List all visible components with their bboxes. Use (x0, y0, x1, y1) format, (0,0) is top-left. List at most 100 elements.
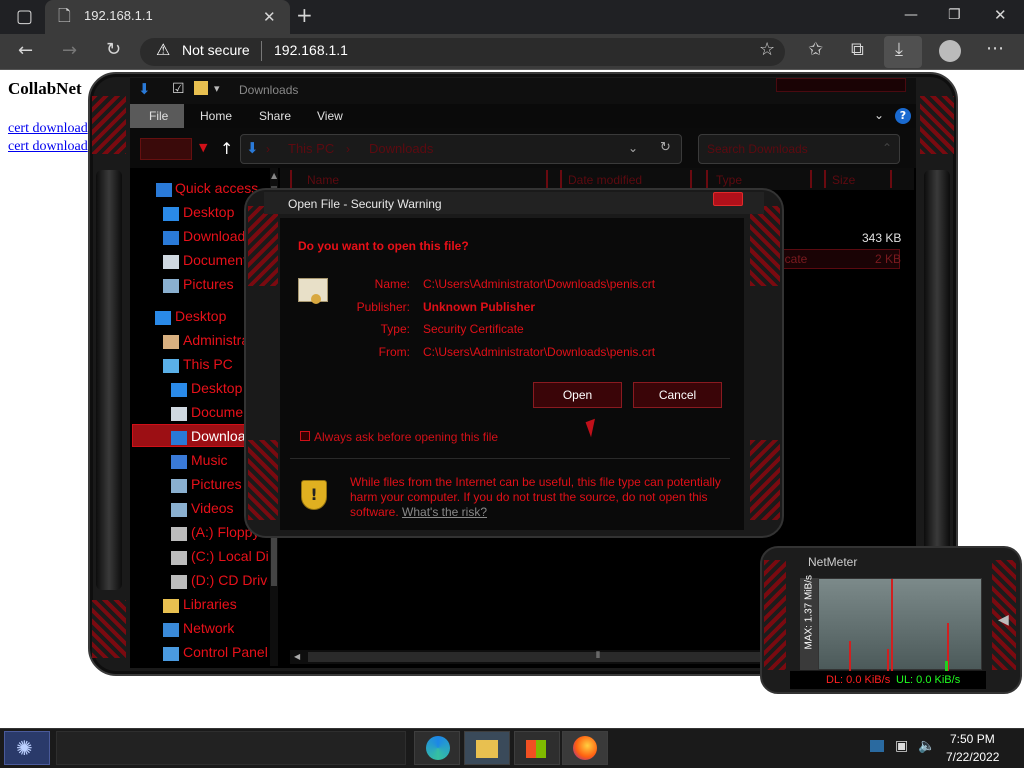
add-favorite-icon[interactable]: ☆ (759, 41, 775, 59)
close-window-icon[interactable]: ✕ (994, 6, 1007, 24)
dialog-close-button[interactable] (713, 192, 743, 206)
dialog-title: Open File - Security Warning (288, 197, 442, 211)
video-icon (171, 503, 187, 517)
downloads-button[interactable] (884, 36, 922, 68)
nav-item-label[interactable]: Music (191, 452, 228, 468)
nav-item-label[interactable]: Quick access (175, 180, 258, 196)
file-explorer-icon[interactable] (476, 740, 498, 758)
recent-locations-icon[interactable]: ▼ (199, 141, 207, 154)
quick-access-arrow-icon[interactable]: ⬇ (138, 80, 151, 98)
up-arrow-icon[interactable]: ↑ (220, 139, 233, 158)
ribbon-expand-icon[interactable]: ⌄ (874, 108, 884, 122)
store-icon[interactable] (526, 740, 546, 758)
url-text[interactable]: 192.168.1.1 (274, 42, 348, 58)
nav-item-label[interactable]: Network (183, 620, 234, 636)
back-icon[interactable]: ← (18, 42, 33, 60)
column-name[interactable]: Name (307, 173, 339, 187)
scroll-grip-icon[interactable]: ⦀ (596, 651, 600, 661)
nav-item-label[interactable]: (C:) Local Disk (191, 548, 268, 564)
nav-item-label[interactable]: Desktop (175, 308, 226, 324)
always-ask-checkbox[interactable] (300, 431, 310, 441)
ribbon-tab-view[interactable]: View (317, 109, 343, 123)
cancel-button[interactable]: Cancel (633, 382, 722, 408)
forward-icon[interactable]: → (62, 42, 77, 60)
ribbon-tab-home[interactable]: Home (200, 109, 232, 123)
qat-dropdown-icon[interactable]: ▾ (214, 82, 220, 95)
nav-item-label[interactable]: (D:) CD Drive (191, 572, 268, 588)
tab-actions-icon[interactable]: ▢ (16, 8, 33, 26)
always-ask-label[interactable]: Always ask before opening this file (314, 430, 498, 444)
not-secure-label[interactable]: Not secure (182, 42, 250, 58)
volume-muted-icon[interactable]: 🔈 (918, 738, 935, 754)
ribbon-tab-file[interactable]: File (149, 109, 168, 123)
clock-date[interactable]: 7/22/2022 (946, 750, 999, 764)
browser-tab[interactable] (45, 0, 290, 34)
whats-the-risk-link[interactable]: What's the risk? (402, 505, 487, 519)
nav-scroll-up-icon[interactable]: ▲ (271, 171, 277, 180)
nav-item-label[interactable]: Videos (191, 500, 234, 516)
address-dropdown-icon[interactable]: ⌄ (628, 141, 638, 155)
nav-item-label[interactable]: This PC (183, 356, 233, 372)
music-icon (171, 455, 187, 469)
nav-item-label[interactable]: Pictures (183, 276, 234, 292)
refresh-icon[interactable]: ↻ (106, 41, 121, 59)
column-type[interactable]: Type (716, 173, 742, 187)
cert-download-link-1[interactable]: cert download (8, 121, 88, 137)
breadcrumb-this-pc[interactable]: This PC (288, 141, 334, 156)
new-folder-icon[interactable] (194, 81, 208, 95)
close-tab-icon[interactable]: ✕ (263, 8, 276, 26)
field-type-label: Type: (380, 322, 410, 336)
download-icon[interactable]: ⤓ (895, 41, 903, 59)
collections-icon[interactable]: ⧉ (851, 41, 864, 59)
help-icon[interactable]: ? (895, 108, 911, 124)
more-menu-icon[interactable]: ⋯ (986, 40, 1004, 58)
column-sep[interactable] (810, 170, 812, 188)
cert-download-link-2[interactable]: cert download (8, 139, 88, 155)
taskbar-search-area[interactable] (56, 731, 406, 765)
nav-item-label[interactable]: Pictures (191, 476, 242, 492)
properties-icon[interactable]: ☑ (172, 81, 185, 97)
warning-icon[interactable]: ⚠ (156, 41, 170, 59)
start-icon[interactable]: ✺ (16, 736, 33, 760)
scroll-left-icon[interactable]: ◀ (294, 652, 300, 661)
refresh-icon[interactable]: ↻ (660, 140, 671, 155)
ribbon-tab-share[interactable]: Share (259, 109, 291, 123)
nav-item-label[interactable]: Libraries (183, 596, 237, 612)
nav-item-label[interactable]: Control Panel (183, 644, 268, 660)
column-sep[interactable] (290, 170, 292, 188)
netmeter-expand-icon[interactable]: ◀ (998, 612, 1009, 628)
back-forward-buttons[interactable] (140, 138, 192, 160)
search-icon[interactable]: ⌃ (882, 141, 892, 155)
nav-item-label[interactable]: Desktop (183, 204, 234, 220)
column-sep[interactable] (546, 170, 548, 188)
column-size[interactable]: Size (832, 173, 855, 187)
network-tray-icon[interactable]: ▣ (895, 738, 908, 754)
favorites-icon[interactable]: ✩ (808, 41, 823, 59)
column-sep[interactable] (890, 170, 892, 188)
firefox-icon[interactable] (573, 736, 597, 760)
warning-message: While files from the Internet can be use… (350, 475, 721, 519)
restore-icon[interactable]: ❐ (948, 6, 961, 24)
file-size[interactable]: 2 KB (875, 252, 901, 266)
column-sep[interactable] (690, 170, 692, 188)
profile-avatar-icon[interactable] (939, 40, 961, 62)
edge-icon[interactable] (426, 736, 450, 760)
clock-time[interactable]: 7:50 PM (950, 732, 995, 746)
breadcrumb-downloads[interactable]: Downloads (369, 141, 433, 156)
column-sep[interactable] (706, 170, 708, 188)
open-button[interactable]: Open (533, 382, 622, 408)
skin-accent-bl (92, 600, 126, 658)
column-date-modified[interactable]: Date modified (568, 173, 642, 187)
star-icon (156, 183, 172, 197)
computer-icon (163, 359, 179, 373)
column-sep[interactable] (560, 170, 562, 188)
tray-app-icon[interactable] (870, 740, 884, 752)
horizontal-scrollbar-thumb[interactable] (308, 652, 768, 662)
column-sep[interactable] (824, 170, 826, 188)
nav-item-label[interactable]: Downloads (183, 228, 252, 244)
new-tab-icon[interactable]: + (296, 5, 313, 25)
window-controls[interactable] (776, 78, 906, 92)
nav-item-label[interactable]: Desktop (191, 380, 242, 396)
minimize-icon[interactable]: — (904, 6, 918, 24)
file-size[interactable]: 343 KB (862, 231, 901, 245)
